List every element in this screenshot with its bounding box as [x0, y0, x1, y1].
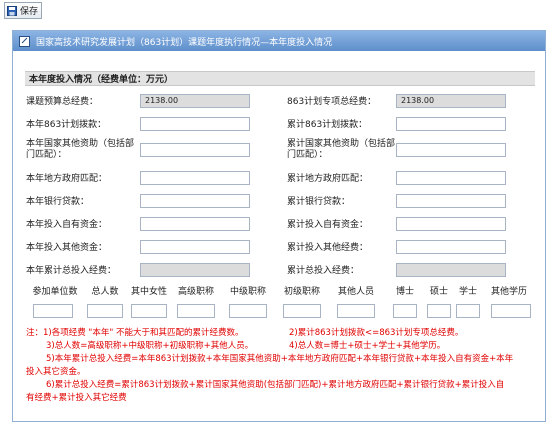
others-input[interactable]	[337, 304, 375, 318]
col-total: 总人数	[91, 287, 119, 297]
save-label: 保存	[20, 7, 39, 17]
total-staff-input[interactable]	[87, 304, 123, 318]
save-button[interactable]: 保存	[4, 2, 43, 19]
edit-icon	[19, 35, 30, 47]
phd-input[interactable]	[393, 304, 417, 318]
special-total-field[interactable]: 2138.00	[396, 94, 506, 108]
y863-label: 本年863计划拨款：	[26, 120, 107, 130]
cum-total-field[interactable]	[396, 263, 506, 277]
y-otherfund-label: 本年投入其他资金：	[26, 243, 108, 253]
col-phd: 博士	[395, 287, 414, 297]
cum863-label: 累计863计划拨款：	[287, 120, 368, 130]
cum-other-nat-label: 累计国家其他资助（包括部门匹配）：	[287, 139, 396, 160]
section-title: 本年度投入情况（经费单位：万元）	[25, 71, 535, 86]
col-other-degree: 其他学历	[490, 287, 527, 297]
cum-otherfund-label: 累计投入其他经费：	[287, 243, 369, 253]
other-degree-input[interactable]	[491, 304, 531, 318]
cum-total-label: 累计总投入经费：	[287, 266, 360, 276]
budget-total-field[interactable]: 2138.00	[140, 94, 250, 108]
panel-title: 国家高技术研究发展计划（863计划）课题年度执行情况—本年度投入情况	[36, 37, 333, 48]
y-local-input[interactable]	[140, 171, 250, 185]
budget-total-label: 课题预算总经费：	[26, 97, 99, 107]
col-senior: 高级职称	[177, 287, 214, 297]
note-4: 4)总人数=博士+硕士+学士+其他学历。	[289, 341, 446, 351]
note-1: 注：1)各项经费 "本年" 不能大于和其匹配的累计经费数。	[26, 328, 244, 338]
y-total-field[interactable]	[140, 263, 250, 277]
col-others: 其他人员	[337, 287, 374, 297]
col-master: 硕士	[429, 287, 448, 297]
senior-input[interactable]	[177, 304, 215, 318]
y-bank-input[interactable]	[140, 194, 250, 208]
y-local-label: 本年地方政府匹配：	[26, 174, 108, 184]
investment-panel: 国家高技术研究发展计划（863计划）课题年度执行情况—本年度投入情况 本年度投入…	[12, 30, 546, 422]
y-other-nat-input[interactable]	[140, 143, 250, 157]
col-bachelor: 学士	[458, 287, 477, 297]
y863-input[interactable]	[140, 117, 250, 131]
female-input[interactable]	[131, 304, 167, 318]
panel-title-bar: 国家高技术研究发展计划（863计划）课题年度执行情况—本年度投入情况	[13, 31, 545, 51]
note-6-line2: 有经费+累计投入其它经费	[26, 393, 127, 403]
master-input[interactable]	[427, 304, 451, 318]
cum-local-label: 累计地方政府匹配：	[287, 174, 369, 184]
note-2: 2)累计863计划拨款<=863计划专项总经费。	[289, 328, 464, 338]
cum-self-input[interactable]	[396, 217, 506, 231]
floppy-disk-icon	[7, 5, 17, 16]
cum-local-input[interactable]	[396, 171, 506, 185]
special-total-label: 863计划专项总经费：	[287, 97, 377, 107]
y-bank-label: 本年银行贷款：	[26, 197, 90, 207]
cum-otherfund-input[interactable]	[396, 240, 506, 254]
col-units: 参加单位数	[32, 287, 78, 297]
toolbar: 保存	[0, 0, 554, 22]
y-otherfund-input[interactable]	[140, 240, 250, 254]
y-self-input[interactable]	[140, 217, 250, 231]
bachelor-input[interactable]	[456, 304, 480, 318]
note-6-line1: 6)累计总投入经费=累计863计划拨款+累计国家其他资助(包括部门匹配)+累计地…	[46, 380, 505, 390]
col-junior: 初级职称	[283, 287, 320, 297]
y-self-label: 本年投入自有资金：	[26, 220, 108, 230]
col-female: 其中女性	[130, 287, 167, 297]
junior-input[interactable]	[283, 304, 321, 318]
y-total-label: 本年累计总投入经费：	[26, 266, 117, 276]
col-middle: 中级职称	[229, 287, 266, 297]
cum-other-nat-input[interactable]	[396, 143, 506, 157]
y-other-nat-label: 本年国家其他资助（包括部门匹配）：	[26, 139, 135, 160]
cum-bank-label: 累计银行贷款：	[287, 197, 351, 207]
units-input[interactable]	[33, 304, 73, 318]
cum863-input[interactable]	[396, 117, 506, 131]
cum-bank-input[interactable]	[396, 194, 506, 208]
note-5-line2: 投入其它资金。	[26, 367, 86, 377]
note-3: 3)总人数=高级职称+中级职称+初级职称+其他人员。	[46, 341, 254, 351]
cum-self-label: 累计投入自有资金：	[287, 220, 369, 230]
middle-input[interactable]	[229, 304, 267, 318]
note-5-line1: 5)本年累计总投入经费=本年863计划拨款+本年国家其他资助+本年地方政府匹配+…	[46, 354, 514, 364]
